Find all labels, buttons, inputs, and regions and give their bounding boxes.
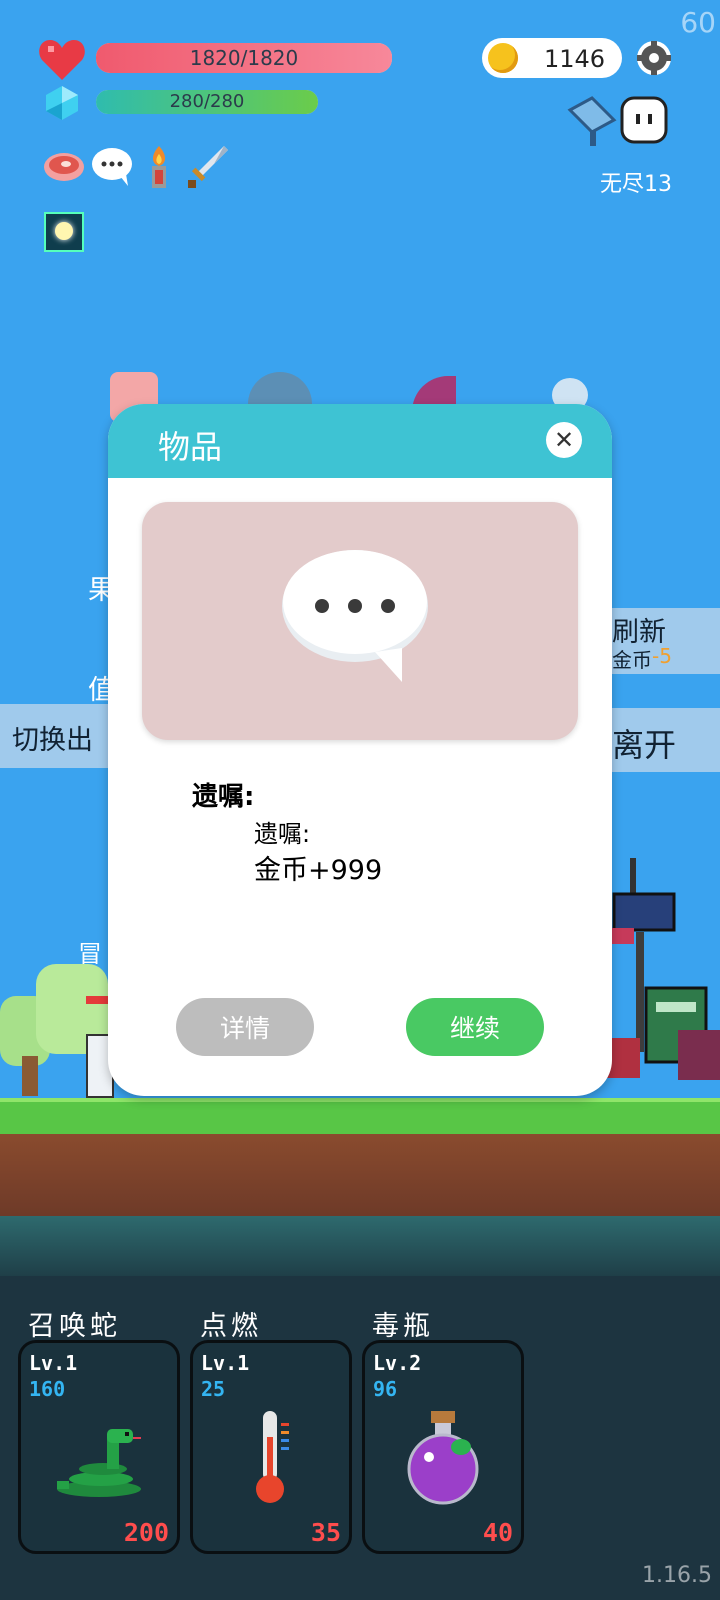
skill-level: Lv.2 xyxy=(373,1351,422,1375)
item-description-line1: 遗嘱: xyxy=(254,820,311,848)
detail-button[interactable]: 详情 xyxy=(176,998,314,1056)
speech-bubble-icon xyxy=(280,548,430,688)
dialog-title: 物品 xyxy=(158,428,223,466)
item-description-line2: 金币+999 xyxy=(254,855,383,886)
skill-value: 96 xyxy=(373,1377,398,1401)
thermometer-icon xyxy=(221,1407,321,1507)
skill-cost: 35 xyxy=(310,1518,341,1547)
skill-value: 25 xyxy=(201,1377,226,1401)
item-dialog: 物品 ✕ 遗嘱: 遗嘱: 金币+999 详情 继续 xyxy=(108,404,612,1096)
dialog-header: 物品 ✕ xyxy=(108,404,612,478)
skill-value: 160 xyxy=(29,1377,66,1401)
snake-icon xyxy=(49,1407,149,1507)
poison-bottle-icon xyxy=(393,1407,493,1507)
close-button[interactable]: ✕ xyxy=(546,422,582,458)
skill-name-3: 毒瓶 xyxy=(372,1311,434,1342)
skill-name-2: 点燃 xyxy=(200,1311,262,1342)
close-icon: ✕ xyxy=(553,426,575,454)
version-label: 1.16.5 xyxy=(642,1563,712,1588)
skill-cost: 200 xyxy=(123,1518,169,1547)
continue-button[interactable]: 继续 xyxy=(406,998,544,1056)
skill-card-poison[interactable]: Lv.2 96 40 xyxy=(362,1340,524,1554)
skill-card-snake[interactable]: Lv.1 160 200 xyxy=(18,1340,180,1554)
item-name: 遗嘱: xyxy=(192,782,255,812)
skill-card-ignite[interactable]: Lv.1 25 35 xyxy=(190,1340,352,1554)
skill-level: Lv.1 xyxy=(29,1351,78,1375)
skill-name-1: 召唤蛇 xyxy=(28,1311,121,1342)
skill-cost: 40 xyxy=(482,1518,513,1547)
item-preview xyxy=(142,502,578,740)
skill-level: Lv.1 xyxy=(201,1351,250,1375)
